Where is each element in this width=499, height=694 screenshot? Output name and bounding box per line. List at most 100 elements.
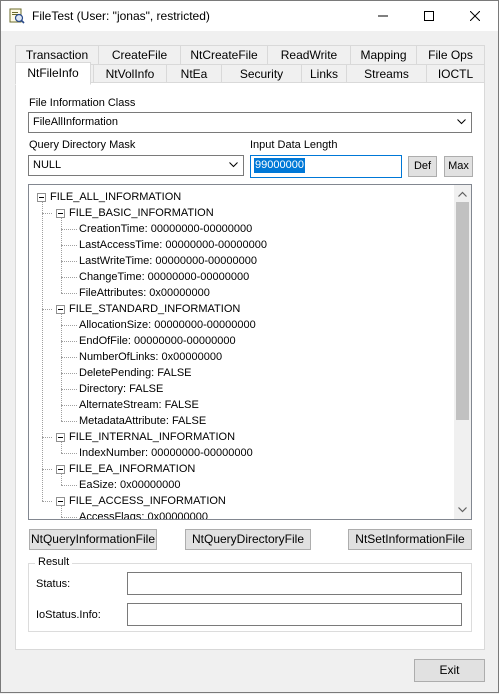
collapse-icon[interactable] [56,305,65,314]
tree-leaf-node[interactable]: MetadataAttribute: FALSE [79,413,206,429]
tree-leaf-node[interactable]: Directory: FALSE [79,381,163,397]
def-button[interactable]: Def [408,156,437,177]
tree-leaf-node[interactable]: LastAccessTime: 00000000-00000000 [79,237,267,253]
tree-connector [61,405,77,406]
tree-connector [42,469,52,470]
tree-connector [42,213,52,214]
tab-streams[interactable]: Streams [346,64,427,84]
input-length-label: Input Data Length [250,139,338,151]
tree-connector [61,357,77,358]
max-button[interactable]: Max [444,156,473,177]
iostatus-label: IoStatus.Info: [36,609,101,621]
tree-connector [61,277,77,278]
tree-leaf-node[interactable]: NumberOfLinks: 0x00000000 [79,349,222,365]
tree-connector [61,485,77,486]
tab-mapping[interactable]: Mapping [350,45,417,65]
collapse-icon[interactable] [56,209,65,218]
status-field [127,572,462,595]
scroll-down-icon[interactable] [458,507,467,513]
tree-connector [61,421,77,422]
tree-connector [61,261,77,262]
tab-ntcreatefile[interactable]: NtCreateFile [180,45,268,65]
tree-group-node[interactable]: FILE_INTERNAL_INFORMATION [69,429,235,445]
tree-group-node[interactable]: FILE_STANDARD_INFORMATION [69,301,240,317]
tree-connector [42,202,43,501]
maximize-icon [424,11,434,21]
tree-leaf-node[interactable]: IndexNumber: 00000000-00000000 [79,445,253,461]
tree-connector [61,341,77,342]
minimize-button[interactable] [360,1,406,31]
result-group-title: Result [35,556,73,568]
tree-leaf-node[interactable]: FileAttributes: 0x00000000 [79,285,210,301]
tab-security[interactable]: Security [221,64,302,84]
tree-connector [61,218,62,293]
tree-connector [61,229,77,230]
info-class-label: File Information Class [29,97,136,109]
tree-leaf-node[interactable]: EndOfFile: 00000000-00000000 [79,333,236,349]
ntqueryinformationfile-button[interactable]: NtQueryInformationFile [29,529,157,550]
exit-button[interactable]: Exit [414,659,485,682]
ntquerydirectoryfile-button[interactable]: NtQueryDirectoryFile [185,529,311,550]
collapse-icon[interactable] [56,497,65,506]
tree-connector [61,517,77,518]
close-icon [470,11,480,21]
tab-createfile[interactable]: CreateFile [98,45,181,65]
ntsetinformationfile-button[interactable]: NtSetInformationFile [348,529,472,550]
tree-group-node[interactable]: FILE_ACCESS_INFORMATION [69,493,226,509]
tab-ioctl[interactable]: IOCTL [426,64,485,84]
tree-group-node[interactable]: FILE_BASIC_INFORMATION [69,205,214,221]
collapse-icon[interactable] [37,193,46,202]
title-bar[interactable]: FileTest (User: "jonas", restricted) [1,1,498,31]
tree-connector [42,309,52,310]
scroll-thumb[interactable] [456,202,469,420]
tree-leaf-node[interactable]: AccessFlags: 0x00000000 [79,509,208,519]
tree-connector [61,442,62,453]
tab-file-ops[interactable]: File Ops [416,45,485,65]
tree-connector [61,389,77,390]
tab-ntea[interactable]: NtEa [166,64,222,84]
tree-connector [42,437,52,438]
tree-leaf-node[interactable]: LastWriteTime: 00000000-00000000 [79,253,257,269]
iostatus-field [127,603,462,626]
file-info-tree[interactable]: FILE_ALL_INFORMATION FILE_BASIC_INFORMATI… [28,184,472,520]
maximize-button[interactable] [406,1,452,31]
tree-leaf-node[interactable]: AlternateStream: FALSE [79,397,199,413]
info-class-select[interactable]: FileAllInformation [28,112,472,133]
tree-leaf-node[interactable]: AllocationSize: 00000000-00000000 [79,317,256,333]
tree-group-node[interactable]: FILE_EA_INFORMATION [69,461,195,477]
tree-leaf-node[interactable]: EaSize: 0x00000000 [79,477,181,493]
tree-connector [61,314,62,421]
tree-connector [61,453,77,454]
tree-connector [61,245,77,246]
tab-ntvolinfo[interactable]: NtVolInfo [93,64,167,84]
tree-connector [61,325,77,326]
collapse-icon[interactable] [56,465,65,474]
window-title: FileTest (User: "jonas", restricted) [32,9,210,23]
tree-connector [61,474,62,485]
tree-connector [61,373,77,374]
tree-connector [42,501,52,502]
tab-ntfileinfo[interactable]: NtFileInfo [15,62,91,85]
tab-links[interactable]: Links [301,64,347,84]
query-mask-value: NULL [33,159,62,171]
chevron-down-icon [457,119,466,125]
app-icon [9,8,25,24]
scroll-up-icon[interactable] [458,191,467,197]
tree-leaf-node[interactable]: DeletePending: FALSE [79,365,192,381]
minimize-icon [378,15,388,17]
tree-scrollbar[interactable] [454,185,471,519]
tree-leaf-node[interactable]: CreationTime: 00000000-00000000 [79,221,252,237]
info-class-value: FileAllInformation [33,116,118,128]
input-length-value: 99000000 [254,158,305,173]
tree-leaf-node[interactable]: ChangeTime: 00000000-00000000 [79,269,249,285]
chevron-down-icon [229,162,238,168]
query-mask-label: Query Directory Mask [29,139,136,151]
close-button[interactable] [452,1,498,31]
input-length-field[interactable]: 99000000 [250,155,402,178]
tab-readwrite[interactable]: ReadWrite [267,45,351,65]
collapse-icon[interactable] [56,433,65,442]
tree-content: FILE_ALL_INFORMATION FILE_BASIC_INFORMATI… [29,185,455,519]
status-label: Status: [36,578,71,590]
query-mask-select[interactable]: NULL [28,155,244,176]
tree-group-node[interactable]: FILE_ALL_INFORMATION [50,189,181,205]
